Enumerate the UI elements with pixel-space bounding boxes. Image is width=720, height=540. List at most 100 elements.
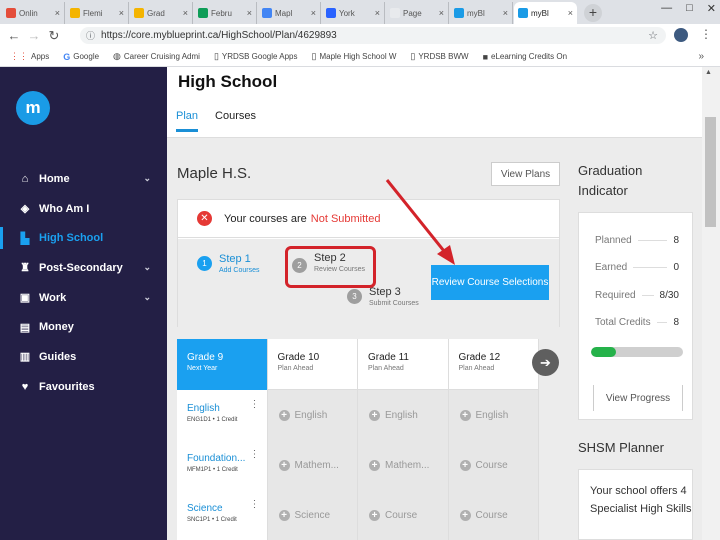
grade-header-11[interactable]: Grade 11 Plan Ahead [358, 339, 449, 390]
sidebar: m ⌂ Home ⌄ ◈ Who Am I ▙ High School ♜ Post-Secon… [0, 67, 167, 540]
close-window-button[interactable]: ✕ [707, 2, 716, 15]
course-card[interactable]: English ENG1D1 • 1 Credit ⋮ [177, 390, 268, 440]
course-card[interactable]: Foundation... MFM1P1 • 1 Credit ⋮ [177, 440, 268, 490]
sidebar-item-high-school[interactable]: ▙ High School [0, 223, 167, 253]
browser-tab[interactable]: Onlin × [2, 2, 65, 24]
add-course-slot[interactable]: + Course [358, 490, 449, 540]
tab-close-icon[interactable]: × [375, 8, 380, 18]
scroll-up-icon[interactable]: ▲ [705, 69, 712, 76]
minimize-button[interactable]: — [661, 2, 672, 15]
tab-close-icon[interactable]: × [183, 8, 188, 18]
sidebar-item-work[interactable]: ▣ Work ⌄ [0, 283, 167, 313]
grade-subtitle: Plan Ahead [458, 365, 495, 372]
page-scrollbar[interactable]: ▲ [702, 67, 720, 540]
tab-plan[interactable]: Plan [176, 110, 199, 132]
add-course-slot[interactable]: + English [267, 390, 358, 440]
book-icon: ▥ [19, 351, 31, 364]
sidebar-item-guides[interactable]: ▥ Guides [0, 342, 167, 372]
reload-icon[interactable]: ↻ [44, 28, 64, 44]
view-progress-button[interactable]: View Progress [593, 385, 683, 411]
add-course-slot[interactable]: + English [448, 390, 539, 440]
stat-value: 0 [673, 262, 679, 273]
browser-tab[interactable]: Grad × [130, 2, 193, 24]
maximize-button[interactable]: □ [686, 2, 693, 15]
tab-close-icon[interactable]: × [311, 8, 316, 18]
next-grade-arrow-button[interactable]: ➔ [532, 349, 559, 376]
tab-close-icon[interactable]: × [568, 8, 573, 18]
profile-avatar[interactable] [674, 28, 688, 42]
bookmark-item[interactable]: ▯ YRDSB Google Apps [214, 51, 298, 62]
bookmark-item[interactable]: ■ eLearning Credits On [483, 51, 567, 62]
graduation-stat: Total Credits 8 [595, 317, 679, 328]
browser-tab[interactable]: Flemi × [66, 2, 129, 24]
scrollbar-thumb[interactable] [705, 117, 716, 227]
tab-courses[interactable]: Courses [215, 110, 256, 132]
browser-tab[interactable]: Febru × [194, 2, 257, 24]
grade-header-12[interactable]: Grade 12 Plan Ahead [449, 339, 539, 390]
tab-favicon-icon [262, 8, 272, 18]
bookmarks-more-icon[interactable]: » [698, 51, 704, 62]
plus-circle-icon: + [278, 509, 290, 521]
bookmark-item[interactable]: ⋮⋮ Apps [10, 51, 49, 62]
step-3[interactable]: 3 Step 3 Submit Courses [347, 286, 419, 307]
add-course-slot[interactable]: + Mathem... [358, 440, 449, 490]
new-tab-button[interactable]: + [584, 4, 602, 22]
myblueprint-logo[interactable]: m [16, 91, 50, 125]
stat-label: Earned [595, 262, 628, 273]
bookmark-label: Google [73, 52, 100, 61]
sidebar-item-who-am-i[interactable]: ◈ Who Am I [0, 194, 167, 224]
annotation-highlight-box [285, 246, 376, 288]
info-icon[interactable]: ⓘ [86, 29, 95, 42]
browser-tab[interactable]: Mapl × [258, 2, 321, 24]
more-options-icon[interactable]: ⋮ [250, 500, 260, 510]
more-options-icon[interactable]: ⋮ [250, 450, 260, 460]
tab-close-icon[interactable]: × [439, 8, 444, 18]
shsm-planner-card[interactable]: Your school offers 4 Specialist High Ski… [578, 469, 693, 540]
more-options-icon[interactable]: ⋮ [250, 400, 260, 410]
stat-value: 8 [673, 235, 679, 246]
back-arrow-icon[interactable]: ← [4, 28, 24, 43]
tab-close-icon[interactable]: × [247, 8, 252, 18]
sidebar-item-post-secondary[interactable]: ♜ Post-Secondary ⌄ [0, 253, 167, 283]
step-1[interactable]: 1 Step 1 Add Courses [197, 253, 259, 274]
bookmark-item[interactable]: ◍ Career Cruising Admi [113, 51, 200, 62]
add-course-slot[interactable]: + Course [448, 490, 539, 540]
bookmark-item[interactable]: ▯ YRDSB BWW [410, 51, 468, 62]
browser-tab[interactable]: York × [322, 2, 385, 24]
bookmark-star-icon[interactable]: ☆ [648, 29, 658, 42]
view-plans-button[interactable]: View Plans [491, 162, 560, 186]
sidebar-item-money[interactable]: ▤ Money [0, 312, 167, 342]
error-x-icon: ✕ [197, 211, 212, 226]
browser-tab[interactable]: Page × [386, 2, 449, 24]
sidebar-item-favourites[interactable]: ♥ Favourites [0, 372, 167, 402]
address-bar[interactable]: ⓘ https://core.myblueprint.ca/HighSchool… [80, 27, 666, 44]
chevron-down-icon[interactable]: ⌄ [143, 262, 151, 273]
review-course-selections-button[interactable]: Review Course Selections [431, 265, 549, 300]
bookmark-item[interactable]: ▯ Maple High School W [312, 51, 397, 62]
chevron-down-icon[interactable]: ⌄ [143, 173, 151, 184]
plus-circle-icon: + [459, 509, 471, 521]
plus-circle-icon: + [369, 509, 380, 521]
course-card[interactable]: Science SNC1P1 • 1 Credit ⋮ [177, 490, 268, 540]
chevron-down-icon[interactable]: ⌄ [143, 292, 151, 303]
tab-close-icon[interactable]: × [119, 8, 124, 18]
tab-favicon-icon [518, 8, 528, 18]
add-course-slot[interactable]: + Course [448, 440, 539, 490]
course-code: ENG1D1 • 1 Credit [187, 417, 238, 423]
browser-menu-icon[interactable]: ⋮ [700, 27, 712, 41]
tab-close-icon[interactable]: × [55, 8, 60, 18]
plus-circle-icon: + [369, 409, 380, 421]
forward-arrow-icon[interactable]: → [24, 28, 44, 43]
grade-header-10[interactable]: Grade 10 Plan Ahead [268, 339, 358, 390]
bookmark-item[interactable]: G Google [63, 51, 99, 62]
add-course-slot[interactable]: + English [358, 390, 449, 440]
sidebar-item-home[interactable]: ⌂ Home ⌄ [0, 164, 167, 194]
graduation-stat: Planned 8 [595, 235, 679, 246]
browser-tab[interactable]: myBl × [450, 2, 513, 24]
add-course-slot[interactable]: + Mathem... [267, 440, 358, 490]
step-subtitle: Add Courses [219, 267, 260, 274]
tab-close-icon[interactable]: × [503, 8, 508, 18]
browser-tab[interactable]: myBl × [514, 2, 577, 24]
add-course-slot[interactable]: + Science [267, 490, 358, 540]
grade-header-9[interactable]: Grade 9 Next Year [177, 339, 268, 390]
